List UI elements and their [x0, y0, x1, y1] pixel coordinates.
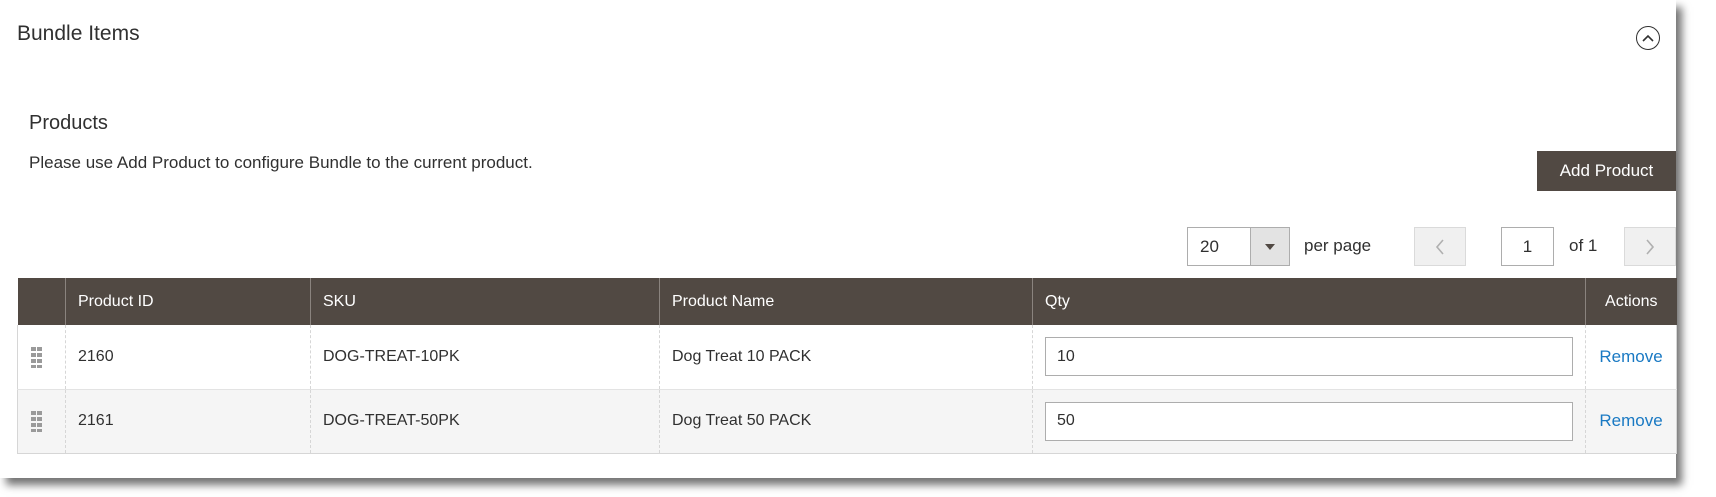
per-page-select[interactable]: 20 [1187, 227, 1290, 266]
remove-link[interactable]: Remove [1599, 347, 1662, 366]
chevron-right-icon [1646, 238, 1655, 255]
product-name-cell: Dog Treat 50 PACK [659, 389, 1033, 454]
column-header-product-id: Product ID [65, 278, 311, 325]
chevron-left-icon [1435, 238, 1444, 255]
column-header-product-name: Product Name [659, 278, 1033, 325]
total-pages-label: of 1 [1569, 236, 1598, 255]
drag-handle-cell[interactable] [17, 389, 66, 454]
bundle-items-panel: Bundle Items Products Please use Add Pro… [0, 0, 1677, 478]
drag-handle-cell[interactable] [17, 325, 66, 390]
drag-handle-icon[interactable] [30, 409, 44, 433]
sku-cell: DOG-TREAT-10PK [310, 325, 660, 390]
table-row: 2160 DOG-TREAT-10PK Dog Treat 10 PACK Re… [17, 325, 1677, 390]
actions-cell: Remove [1585, 389, 1677, 454]
bundle-products-table: Product ID SKU Product Name Qty Actions [17, 278, 1677, 454]
section-title: Bundle Items [17, 22, 140, 45]
product-name-cell: Dog Treat 10 PACK [659, 325, 1033, 390]
sku-cell: DOG-TREAT-50PK [310, 389, 660, 454]
previous-page-button[interactable] [1414, 227, 1466, 266]
products-title: Products [29, 112, 108, 134]
drag-handle-icon[interactable] [30, 345, 44, 369]
table-header-row: Product ID SKU Product Name Qty Actions [17, 278, 1677, 325]
per-page-label: per page [1304, 236, 1372, 255]
qty-input[interactable] [1045, 401, 1573, 441]
column-header-actions: Actions [1585, 278, 1677, 325]
product-id-cell: 2160 [65, 325, 311, 390]
qty-input[interactable] [1045, 337, 1573, 377]
qty-cell [1032, 325, 1586, 390]
chevron-up-icon [1642, 34, 1654, 42]
qty-cell [1032, 389, 1586, 454]
current-page-input[interactable] [1501, 227, 1554, 266]
actions-cell: Remove [1585, 325, 1677, 390]
collapse-toggle-button[interactable] [1636, 26, 1660, 50]
column-header-drag [17, 278, 66, 325]
add-product-button[interactable]: Add Product [1537, 151, 1676, 191]
column-header-sku: SKU [310, 278, 660, 325]
products-note: Please use Add Product to configure Bund… [29, 153, 533, 172]
next-page-button[interactable] [1624, 227, 1676, 266]
column-header-qty: Qty [1032, 278, 1586, 325]
remove-link[interactable]: Remove [1599, 411, 1662, 430]
per-page-value: 20 [1200, 237, 1219, 256]
product-id-cell: 2161 [65, 389, 311, 454]
table-row: 2161 DOG-TREAT-50PK Dog Treat 50 PACK Re… [17, 389, 1677, 454]
caret-down-icon [1265, 243, 1275, 250]
per-page-dropdown-toggle[interactable] [1250, 228, 1289, 265]
